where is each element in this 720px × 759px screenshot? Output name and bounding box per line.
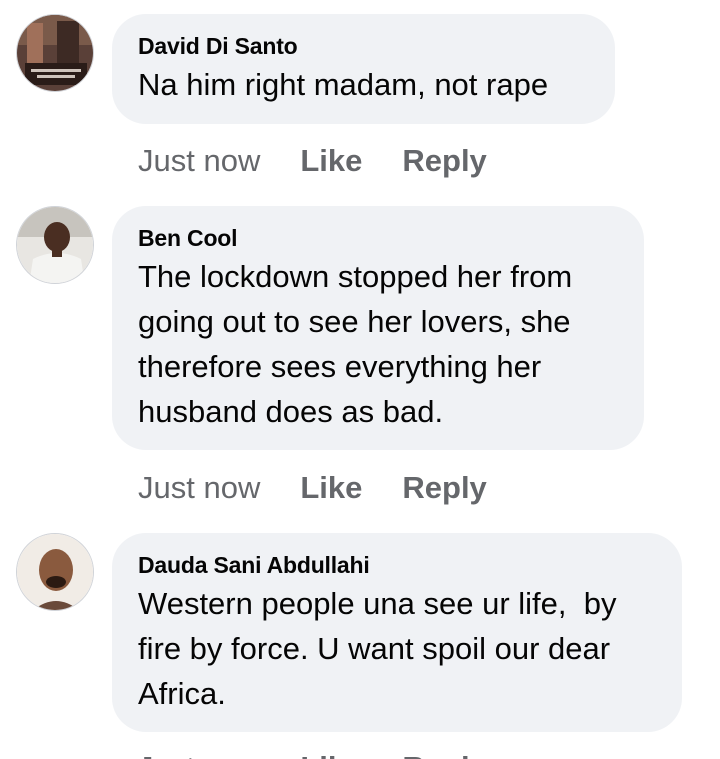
comment-actions: Just now Like Reply: [138, 748, 487, 759]
comment-text: Na him right madam, not rape: [138, 67, 549, 102]
comment-text: Western people una see ur life, by fire …: [138, 586, 626, 711]
comment-timestamp[interactable]: Just now: [138, 468, 260, 508]
avatar[interactable]: [16, 533, 94, 611]
reply-button[interactable]: Reply: [402, 748, 486, 759]
comment-bubble: Ben Cool The lockdown stopped her from g…: [112, 206, 644, 450]
comment-author[interactable]: David Di Santo: [138, 32, 589, 60]
reply-button[interactable]: Reply: [402, 468, 486, 508]
comment-bubble: Dauda Sani Abdullahi Western people una …: [112, 533, 682, 732]
like-button[interactable]: Like: [300, 748, 362, 759]
comment-bubble: David Di Santo Na him right madam, not r…: [112, 14, 615, 124]
avatar[interactable]: [16, 14, 94, 92]
like-button[interactable]: Like: [300, 468, 362, 508]
avatar[interactable]: [16, 206, 94, 284]
comment-timestamp[interactable]: Just now: [138, 748, 260, 759]
comment-author[interactable]: Dauda Sani Abdullahi: [138, 551, 656, 579]
comment-author[interactable]: Ben Cool: [138, 224, 618, 252]
like-button[interactable]: Like: [300, 141, 362, 181]
comment-actions: Just now Like Reply: [138, 468, 487, 508]
comment-text: The lockdown stopped her from going out …: [138, 259, 581, 429]
comment-timestamp[interactable]: Just now: [138, 141, 260, 181]
reply-button[interactable]: Reply: [402, 141, 486, 181]
comment-actions: Just now Like Reply: [138, 141, 487, 181]
